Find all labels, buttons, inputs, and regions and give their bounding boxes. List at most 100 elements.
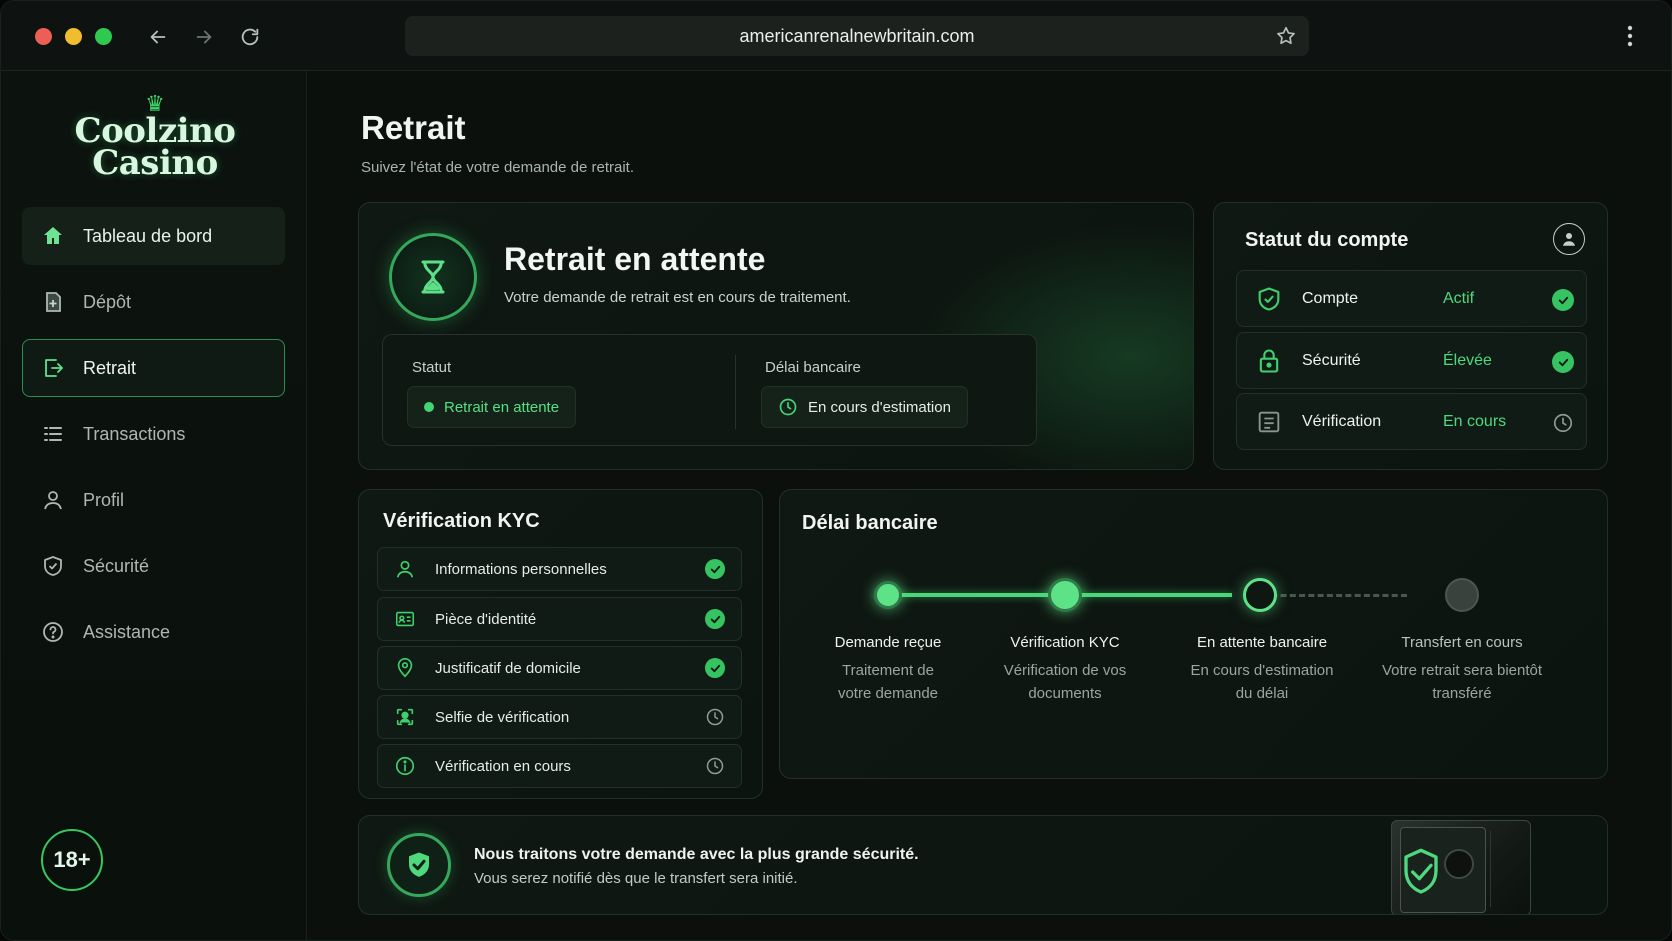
bank-delay-title: Délai bancaire [802, 512, 938, 534]
sidebar-item-withdraw[interactable]: Retrait [22, 339, 285, 397]
minimize-window-button[interactable] [65, 28, 82, 45]
safe-dial [1444, 849, 1474, 879]
security-notice-text: Vous serez notifié dès que le transfert … [474, 870, 798, 887]
user-icon [44, 491, 62, 510]
account-row-compte: Compte Actif [1236, 270, 1587, 327]
status-summary: Statut Retrait en attente Délai bancaire… [382, 334, 1037, 446]
timeline-step-title: Vérification KYC [1010, 634, 1120, 651]
shield-icon [44, 556, 62, 576]
timeline-step-title: En attente bancaire [1196, 634, 1328, 651]
clock-icon [779, 398, 797, 416]
help-icon [43, 622, 63, 642]
account-row-value: En cours [1443, 413, 1507, 430]
kyc-row-selfie: Selfie de vérification [377, 695, 742, 739]
check-circle-icon [1552, 351, 1574, 373]
window-controls [35, 28, 112, 45]
logo-line-2: Casino [92, 143, 218, 183]
timeline-step-desc-2: votre demande [837, 685, 939, 702]
pending-title: Retrait en attente [504, 241, 766, 277]
timeline-step-title: Demande reçue [834, 634, 942, 651]
check-circle-icon [705, 609, 725, 629]
timeline-step-1-node [874, 581, 902, 609]
casino-logo[interactable]: ♛ Coolzino Casino [65, 93, 245, 183]
location-pin-icon [397, 658, 413, 678]
address-bar[interactable]: americanrenalnewbritain.com [405, 16, 1309, 56]
sidebar-item-dashboard[interactable]: Tableau de bord [22, 207, 285, 265]
timeline-step-3: En attente bancaire En cours d'estimatio… [1172, 634, 1352, 705]
kyc-row-label: Vérification en cours [435, 758, 571, 775]
kyc-row-label: Pièce d'identité [435, 611, 537, 628]
account-row-verification: Vérification En cours [1236, 393, 1587, 450]
kyc-row-verification-in-progress: Vérification en cours [377, 744, 742, 788]
arrow-right-icon [196, 30, 212, 44]
maximize-window-button[interactable] [95, 28, 112, 45]
kyc-row-label: Selfie de vérification [435, 709, 570, 726]
deposit-icon [46, 292, 61, 312]
withdraw-icon [45, 359, 63, 377]
sidebar-item-transactions[interactable]: Transactions [22, 405, 285, 463]
delay-badge: En cours d'estimation [761, 386, 968, 428]
sidebar-item-security[interactable]: Sécurité [22, 537, 285, 595]
check-circle-icon [1552, 289, 1574, 311]
kyc-row-label: Informations personnelles [435, 561, 607, 578]
browser-nav [143, 23, 265, 51]
timeline-step-2: Vérification KYC Vérification de vos doc… [975, 634, 1155, 705]
lock-icon [1259, 349, 1279, 373]
close-window-button[interactable] [35, 28, 52, 45]
id-card-icon [395, 611, 415, 627]
account-row-securite: Sécurité Élevée [1236, 332, 1587, 389]
status-value: Retrait en attente [444, 398, 560, 416]
clock-icon [706, 708, 724, 726]
security-notice-card: Nous traitons votre demande avec la plus… [358, 815, 1608, 915]
page-subtitle: Suivez l'état de votre demande de retrai… [361, 159, 635, 176]
timeline-step-desc-1: En cours d'estimation [1190, 662, 1334, 679]
delay-label: Délai bancaire [765, 359, 861, 376]
browser-window: americanrenalnewbritain.com ♛ Coolzino C… [0, 0, 1672, 941]
account-row-name: Sécurité [1302, 352, 1361, 369]
sidebar-item-profile[interactable]: Profil [22, 471, 285, 529]
clock-icon [706, 757, 724, 775]
reload-icon [241, 28, 259, 46]
kyc-row-personal-info: Informations personnelles [377, 547, 742, 591]
check-circle-icon [705, 658, 725, 678]
timeline-step-2-node [1048, 578, 1082, 612]
account-status-title: Statut du compte [1245, 229, 1409, 251]
clock-icon [1553, 413, 1573, 433]
face-scan-icon [396, 708, 414, 726]
more-options-icon[interactable] [1627, 25, 1633, 47]
sidebar: ♛ Coolzino Casino Tableau de bord Dépôt … [1, 71, 307, 940]
sidebar-nav: Tableau de bord Dépôt Retrait Transactio… [22, 207, 285, 669]
sidebar-item-label: Assistance [83, 621, 171, 642]
sidebar-item-deposit[interactable]: Dépôt [22, 273, 285, 331]
sidebar-item-label: Retrait [83, 357, 137, 378]
bookmark-star-icon[interactable] [1275, 25, 1297, 47]
kyc-verification-card: Vérification KYC Informations personnell… [358, 489, 763, 799]
timeline-step-desc-1: Vérification de vos [1003, 662, 1127, 679]
timeline-step-desc-2: du délai [1235, 685, 1289, 702]
kyc-row-proof-of-address: Justificatif de domicile [377, 646, 742, 690]
timeline-step-desc-2: documents [1028, 685, 1102, 702]
status-dot-icon [424, 402, 434, 412]
timeline-pending-line [1262, 594, 1407, 597]
timeline-step-3-node [1243, 578, 1277, 612]
timeline-step-title: Transfert en cours [1401, 634, 1523, 651]
timeline-step-1: Demande reçue Traitement de votre demand… [798, 634, 978, 705]
account-row-value: Élevée [1443, 352, 1492, 369]
delay-value: En cours d'estimation [808, 398, 951, 416]
pending-subtitle: Votre demande de retrait est en cours de… [504, 289, 851, 306]
sidebar-item-label: Tableau de bord [83, 225, 213, 246]
sidebar-item-support[interactable]: Assistance [22, 603, 285, 661]
document-icon [1258, 411, 1280, 433]
security-notice-title: Nous traitons votre demande avec la plus… [474, 846, 919, 863]
safe-side [1490, 831, 1524, 907]
hourglass-icon [389, 233, 477, 321]
back-button[interactable] [143, 23, 173, 51]
forward-button[interactable] [189, 23, 219, 51]
url-text: americanrenalnewbritain.com [739, 25, 975, 46]
sidebar-item-label: Dépôt [83, 291, 132, 312]
timeline-step-4: Transfert en cours Votre retrait sera bi… [1372, 634, 1552, 705]
user-circle-icon[interactable] [1553, 223, 1585, 255]
bank-delay-card: Délai bancaire Demande reçue Traitement … [779, 489, 1608, 779]
reload-button[interactable] [235, 23, 265, 51]
check-circle-icon [705, 559, 725, 579]
